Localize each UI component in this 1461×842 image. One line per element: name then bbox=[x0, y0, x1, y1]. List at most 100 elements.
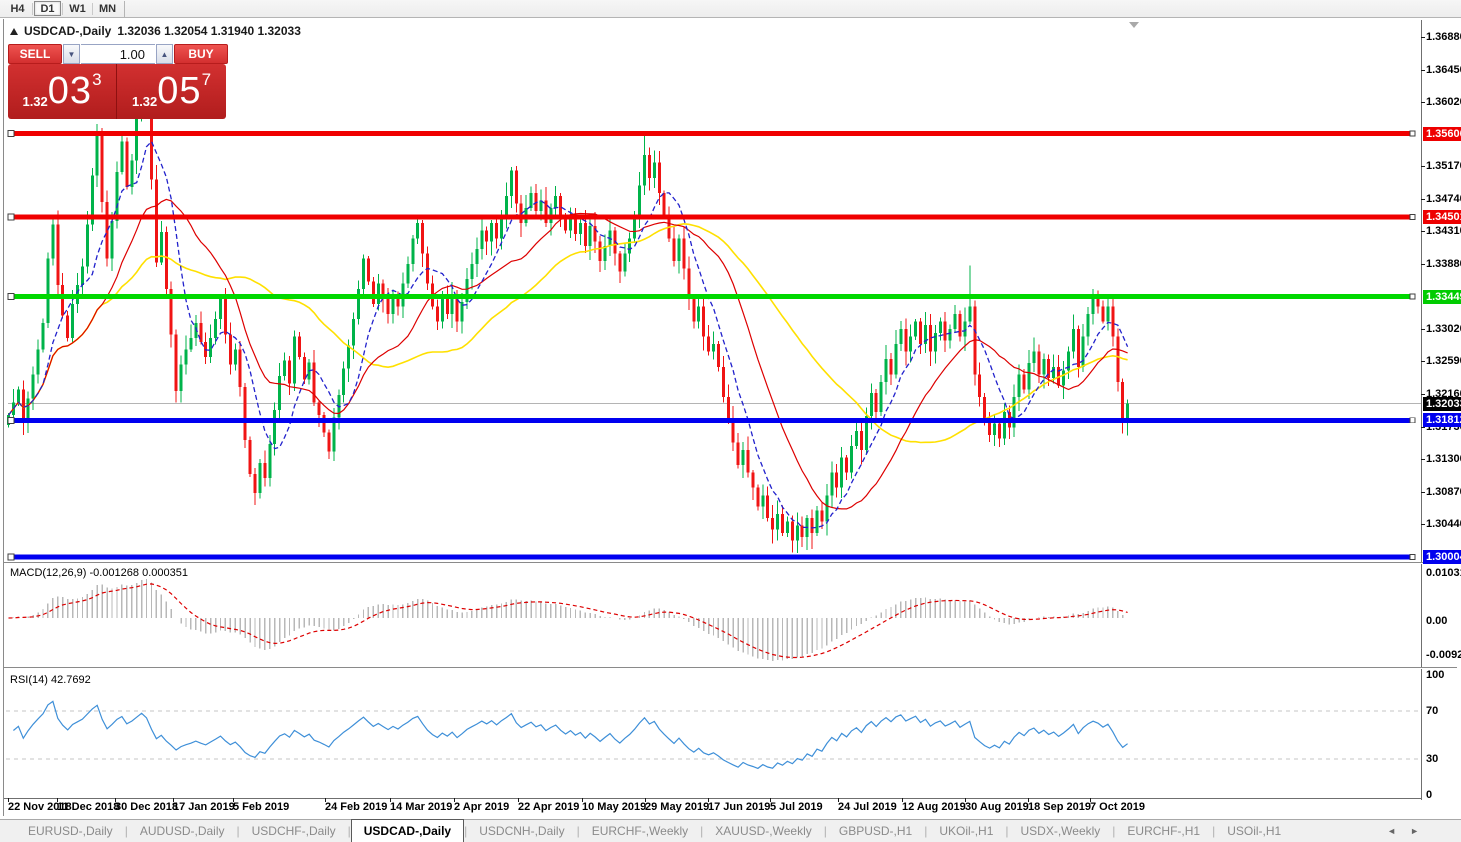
candle-body bbox=[1017, 374, 1021, 398]
timeframe-button-d1[interactable]: D1 bbox=[34, 1, 61, 16]
rsi-axis-label: 30 bbox=[1426, 753, 1439, 765]
chart-tab-usdcad-daily[interactable]: USDCAD-,Daily bbox=[350, 819, 465, 842]
level-line-end-handle bbox=[1409, 417, 1416, 424]
level-line-end-handle bbox=[1409, 554, 1416, 560]
price-axis-label: 1.36020 bbox=[1426, 96, 1461, 109]
candle-body bbox=[263, 462, 267, 478]
candle-body bbox=[879, 381, 883, 413]
volume-increase-button[interactable]: ▲ bbox=[156, 44, 173, 64]
candle-body bbox=[682, 238, 686, 269]
date-axis-label: 17 Jun 2019 bbox=[708, 801, 771, 813]
candle-body bbox=[371, 281, 375, 305]
candle-body bbox=[1062, 370, 1066, 386]
level-line-handle[interactable] bbox=[7, 213, 15, 221]
candle-body bbox=[470, 263, 474, 280]
buy-price-pip-digit: 7 bbox=[201, 70, 212, 89]
candle-body bbox=[16, 389, 20, 403]
candle-body bbox=[361, 258, 365, 289]
chart-tab-usdx-weekly[interactable]: USDX-,Weekly bbox=[1009, 820, 1113, 842]
buy-price-big-digits: 05 bbox=[157, 70, 202, 112]
price-axis-label: 1.32590 bbox=[1426, 355, 1461, 368]
candle-body bbox=[642, 155, 646, 186]
chart-tab-ukoil-h1[interactable]: UKOil-,H1 bbox=[927, 820, 1005, 842]
chart-expand-icon[interactable] bbox=[10, 27, 18, 35]
candle-body bbox=[342, 368, 346, 395]
level-line-1.34501[interactable] bbox=[8, 214, 1413, 220]
level-line-1.31812[interactable] bbox=[8, 417, 1413, 423]
candle-body bbox=[406, 263, 410, 284]
chart-tab-gbpusd-h1[interactable]: GBPUSD-,H1 bbox=[827, 820, 924, 842]
sell-price-panel[interactable]: 1.32 03 3 bbox=[8, 64, 117, 119]
macd-axis-label: 0.00 bbox=[1426, 615, 1448, 627]
candle-body bbox=[120, 141, 124, 172]
candle-body bbox=[1037, 351, 1041, 375]
level-price-tag-1.35606: 1.35606 bbox=[1423, 126, 1461, 141]
chart-tab-usdchf-daily[interactable]: USDCHF-,Daily bbox=[240, 820, 348, 842]
ohlc-values: 1.32036 1.32054 1.31940 1.32033 bbox=[117, 24, 301, 38]
macd-signal-line bbox=[8, 583, 1128, 659]
candle-body bbox=[411, 238, 415, 264]
main-macd-separator[interactable] bbox=[4, 562, 1457, 564]
candle-body bbox=[697, 306, 701, 322]
sell-button[interactable]: SELL bbox=[8, 44, 62, 64]
chart-tab-eurchf-h1[interactable]: EURCHF-,H1 bbox=[1115, 820, 1212, 842]
candle-body bbox=[1081, 336, 1085, 367]
candle-body bbox=[948, 328, 952, 341]
candle-body bbox=[904, 328, 908, 352]
candle-body bbox=[164, 232, 168, 289]
candle-body bbox=[588, 226, 592, 246]
candle-body bbox=[253, 474, 257, 494]
candle-body bbox=[283, 360, 287, 376]
date-axis-label: 17 Jan 2019 bbox=[173, 801, 235, 813]
level-line-handle[interactable] bbox=[7, 130, 15, 138]
candle-body bbox=[51, 224, 55, 259]
volume-input[interactable] bbox=[81, 44, 155, 64]
price-axis-label: 1.33020 bbox=[1426, 322, 1461, 335]
chart-tab-xauusd-weekly[interactable]: XAUUSD-,Weekly bbox=[703, 820, 823, 842]
candle-body bbox=[1111, 306, 1115, 337]
buy-price-panel[interactable]: 1.32 05 7 bbox=[117, 64, 226, 119]
macd-panel-canvas[interactable] bbox=[6, 566, 1421, 666]
timeframe-button-mn[interactable]: MN bbox=[94, 1, 121, 16]
candle-body bbox=[228, 334, 232, 365]
level-line-1.33449[interactable] bbox=[8, 294, 1413, 300]
level-line-1.35606[interactable] bbox=[8, 131, 1413, 137]
chart-tab-eurusd-daily[interactable]: EURUSD-,Daily bbox=[16, 820, 125, 842]
candle-body bbox=[677, 238, 681, 261]
level-line-handle[interactable] bbox=[7, 553, 15, 561]
candle-body bbox=[771, 517, 775, 530]
candle-body bbox=[825, 495, 829, 522]
rsi-panel-canvas[interactable] bbox=[6, 672, 1421, 796]
level-line-handle[interactable] bbox=[7, 416, 15, 424]
candle-body bbox=[559, 195, 563, 216]
chart-shift-marker-icon[interactable] bbox=[1129, 22, 1139, 28]
candle-body bbox=[820, 510, 824, 522]
price-axis-label: 1.30440 bbox=[1426, 518, 1461, 530]
chart-tab-audusd-daily[interactable]: AUDUSD-,Daily bbox=[128, 820, 237, 842]
chart-tab-eurchf-weekly[interactable]: EURCHF-,Weekly bbox=[580, 820, 700, 842]
candle-body bbox=[1071, 328, 1075, 352]
candle-body bbox=[854, 431, 858, 447]
candle-body bbox=[761, 495, 765, 507]
candle-body bbox=[184, 349, 188, 365]
timeframe-button-w1[interactable]: W1 bbox=[64, 1, 91, 16]
macd-rsi-separator[interactable] bbox=[4, 667, 1457, 669]
candle-body bbox=[421, 223, 425, 254]
date-axis-label: 22 Apr 2019 bbox=[518, 801, 580, 813]
tab-scroll-arrows[interactable]: ◄► bbox=[1387, 826, 1433, 836]
candle-body bbox=[810, 517, 814, 534]
level-line-1.30004[interactable] bbox=[8, 554, 1413, 560]
date-axis-label: 24 Feb 2019 bbox=[325, 801, 388, 813]
buy-button[interactable]: BUY bbox=[174, 44, 228, 64]
chart-tab-usoil-h1[interactable]: USOil-,H1 bbox=[1215, 820, 1293, 842]
level-line-handle[interactable] bbox=[7, 293, 15, 301]
candle-body bbox=[657, 162, 661, 193]
candle-body bbox=[662, 192, 666, 216]
chart-tab-usdcnh-daily[interactable]: USDCNH-,Daily bbox=[467, 820, 576, 842]
candle-body bbox=[179, 364, 183, 391]
candle-body bbox=[248, 440, 252, 475]
candle-body bbox=[647, 155, 651, 178]
candle-body bbox=[1022, 374, 1026, 390]
timeframe-button-h4[interactable]: H4 bbox=[4, 1, 31, 16]
volume-decrease-button[interactable]: ▼ bbox=[63, 44, 80, 64]
